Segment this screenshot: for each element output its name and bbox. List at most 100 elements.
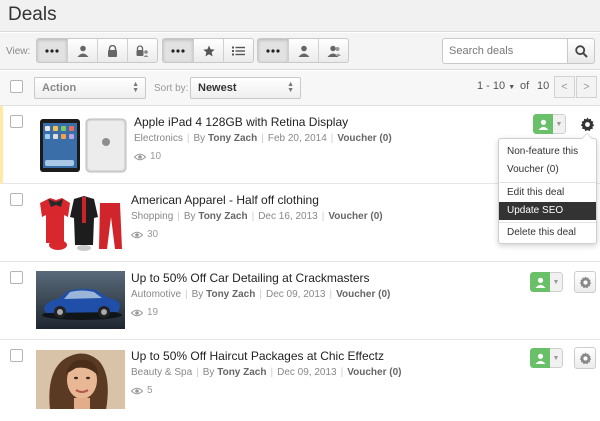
chevron-down-icon: ▼ <box>550 272 563 292</box>
list-icon <box>232 46 245 55</box>
deal-voucher[interactable]: Voucher (0) <box>337 133 391 144</box>
deal-view-count: 19 <box>147 307 159 318</box>
menu-item-voucher[interactable]: Voucher (0) <box>499 161 596 179</box>
eye-icon <box>131 387 143 394</box>
view-list-button[interactable] <box>223 39 253 62</box>
deal-thumbnail-portrait[interactable] <box>36 349 125 409</box>
deal-title[interactable]: Up to 50% Off Car Detailing at Crackmast… <box>131 271 370 285</box>
chevron-right-icon: > <box>583 81 590 93</box>
deal-views: 10 <box>134 151 161 162</box>
deal-category[interactable]: Automotive <box>131 289 181 300</box>
deal-checkbox[interactable] <box>10 349 23 362</box>
featured-user-icon <box>530 272 550 292</box>
deal-view-count: 5 <box>147 385 153 396</box>
sort-value: Newest <box>198 82 237 94</box>
deal-checkbox[interactable] <box>10 115 23 128</box>
deal-author[interactable]: Tony Zach <box>198 211 247 222</box>
page-range[interactable]: 1 - 10 ▼ <box>477 80 515 92</box>
deal-view-count: 30 <box>147 229 159 240</box>
feature-toggle-button[interactable]: ▼ <box>530 272 563 292</box>
deal-voucher[interactable]: Voucher (0) <box>336 289 390 300</box>
deal-thumbnail-car[interactable] <box>36 271 125 329</box>
deal-meta: Beauty & Spa | By Tony Zach | Dec 09, 2013 | V… <box>131 367 402 378</box>
deal-view-count: 10 <box>150 151 162 162</box>
lock-user-icon <box>136 44 149 57</box>
deal-title[interactable]: Apple iPad 4 128GB with Retina Display <box>134 115 348 129</box>
star-icon <box>202 45 215 56</box>
menu-item-non-feature[interactable]: Non-feature this <box>499 143 596 161</box>
deal-thumbnail-clothing[interactable] <box>36 193 125 251</box>
deal-date: Dec 09, 2013 <box>265 289 326 300</box>
page-title: Deals <box>8 4 57 25</box>
feature-toggle-button[interactable]: ▼ <box>533 114 566 134</box>
deal-meta: Automotive | By Tony Zach | Dec 09, 2013 | Vou… <box>131 289 391 300</box>
sort-select[interactable]: Newest ▲ ▼ <box>190 77 301 99</box>
page-of-label: of <box>520 80 530 92</box>
select-all-checkbox[interactable] <box>10 80 23 93</box>
view-owner-all-button[interactable] <box>258 39 288 62</box>
deal-settings-button[interactable] <box>576 113 598 135</box>
menu-item-update-seo[interactable]: Update SEO <box>499 202 596 220</box>
deal-date: Dec 16, 2013 <box>258 211 318 222</box>
bulk-action-select[interactable]: Action ▲ ▼ <box>34 77 146 99</box>
deal-title[interactable]: American Apparel - Half off clothing <box>131 193 319 207</box>
deal-author[interactable]: Tony Zach <box>208 133 257 144</box>
bulk-action-label: Action <box>42 82 77 94</box>
deal-category[interactable]: Beauty & Spa <box>131 367 192 378</box>
search-icon <box>574 44 588 58</box>
eye-icon <box>134 153 146 160</box>
deal-checkbox[interactable] <box>10 193 23 206</box>
user-icon <box>77 45 88 57</box>
deal-title[interactable]: Up to 50% Off Haircut Packages at Chic E… <box>131 349 384 363</box>
view-filter-group-status <box>36 38 158 63</box>
view-locked-user-button[interactable] <box>127 39 157 62</box>
search-input[interactable] <box>442 38 568 64</box>
select-caret-icon: ▲ ▼ <box>132 81 139 94</box>
view-featured-button[interactable] <box>193 39 223 62</box>
view-all-button[interactable] <box>37 39 67 62</box>
deal-voucher[interactable]: Voucher (0) <box>328 211 382 222</box>
deal-category[interactable]: Shopping <box>131 211 173 222</box>
view-label: View: <box>6 46 31 57</box>
select-caret-icon: ▲ ▼ <box>287 81 294 94</box>
menu-divider <box>499 182 596 183</box>
deal-thumbnail-ipad[interactable] <box>39 115 128 173</box>
search-button[interactable] <box>568 38 595 64</box>
deal-row[interactable]: Up to 50% Off Car Detailing at Crackmast… <box>0 262 600 340</box>
menu-divider <box>499 222 596 223</box>
deal-author[interactable]: Tony Zach <box>217 367 266 378</box>
deal-by-label: By <box>191 289 204 300</box>
deal-settings-button[interactable] <box>574 271 596 293</box>
view-others-button[interactable] <box>318 39 348 62</box>
featured-user-icon <box>530 348 550 368</box>
user-icon <box>298 45 309 57</box>
deal-date: Dec 09, 2013 <box>277 367 337 378</box>
deal-checkbox[interactable] <box>10 271 23 284</box>
view-locked-button[interactable] <box>97 39 127 62</box>
deal-by-label: By <box>183 211 196 222</box>
gear-icon <box>580 116 594 131</box>
view-user-button[interactable] <box>67 39 97 62</box>
deal-voucher[interactable]: Voucher (0) <box>347 367 401 378</box>
prev-page-button[interactable]: < <box>554 76 575 98</box>
search-box <box>442 38 595 64</box>
page-range-label: 1 - 10 <box>477 80 506 92</box>
chevron-left-icon: < <box>561 81 568 93</box>
deal-settings-button[interactable] <box>574 347 596 369</box>
view-type-all-button[interactable] <box>163 39 193 62</box>
deal-settings-dropdown: Non-feature this Voucher (0) Edit this d… <box>498 133 597 244</box>
deal-by-label: By <box>193 133 206 144</box>
more-dots-icon <box>171 48 185 53</box>
view-mine-button[interactable] <box>288 39 318 62</box>
feature-toggle-button[interactable]: ▼ <box>530 348 563 368</box>
menu-item-delete[interactable]: Delete this deal <box>499 224 596 242</box>
deal-author[interactable]: Tony Zach <box>206 289 255 300</box>
sort-by-label: Sort by: <box>154 83 189 94</box>
view-filter-group-owner <box>257 38 349 63</box>
menu-item-edit[interactable]: Edit this deal <box>499 184 596 202</box>
deal-row[interactable]: Up to 50% Off Haircut Packages at Chic E… <box>0 340 600 421</box>
deal-category[interactable]: Electronics <box>134 133 183 144</box>
more-dots-icon <box>266 48 280 53</box>
next-page-button[interactable]: > <box>576 76 597 98</box>
view-toolbar: View: <box>0 33 600 70</box>
